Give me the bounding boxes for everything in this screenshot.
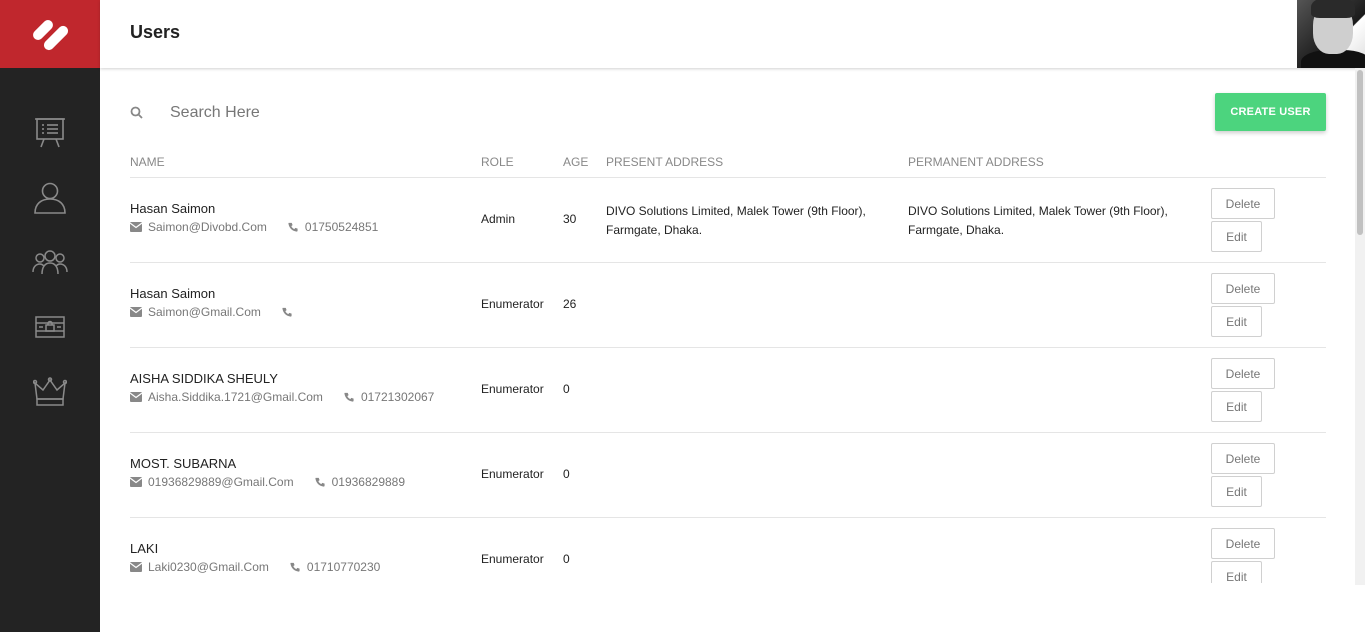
column-header-age: AGE: [563, 155, 589, 169]
envelope-icon: [130, 562, 142, 572]
phone-icon: [344, 392, 354, 402]
user-contact: Aisha.Siddika.1721@Gmail.Com 01721302067: [130, 390, 434, 404]
create-user-button[interactable]: CREATE USER: [1215, 93, 1326, 131]
sidebar-item-admin[interactable]: [0, 372, 100, 412]
envelope-icon: [130, 307, 142, 317]
user-age: 0: [563, 552, 570, 566]
column-header-permanent-address: PERMANENT ADDRESS: [908, 155, 1044, 169]
sidebar-item-payments[interactable]: [0, 307, 100, 347]
user-present-address: DIVO Solutions Limited, Malek Tower (9th…: [606, 204, 866, 237]
app-logo[interactable]: [0, 0, 100, 68]
phone-icon: [288, 222, 298, 232]
user-contact: Saimon@Gmail.Com: [130, 305, 299, 319]
logo-mark-icon: [33, 20, 69, 51]
user-phone: 01750524851: [304, 220, 379, 234]
delete-button[interactable]: Delete: [1211, 443, 1275, 474]
user-age: 26: [563, 297, 577, 311]
table-row: LAKI Laki0230@Gmail.Com 01710770230 Enum…: [130, 518, 1326, 583]
envelope-icon: [130, 222, 142, 232]
sidebar-item-profile[interactable]: [0, 177, 100, 217]
delete-button[interactable]: Delete: [1211, 188, 1275, 219]
user-age: 30: [563, 212, 577, 226]
page-scrollbar-thumb[interactable]: [1357, 70, 1363, 235]
user-email: Aisha.Siddika.1721@Gmail.Com: [148, 390, 323, 404]
column-header-role: ROLE: [481, 155, 514, 169]
user-email: 01936829889@Gmail.Com: [148, 475, 294, 489]
user-email: Saimon@Gmail.Com: [148, 305, 261, 319]
user-name: Hasan Saimon: [130, 201, 216, 216]
search-icon: [130, 106, 143, 119]
user-role: Enumerator: [481, 382, 544, 396]
user-contact: Saimon@Divobd.Com 01750524851: [130, 220, 378, 234]
table-row: AISHA SIDDIKA SHEULY Aisha.Siddika.1721@…: [130, 348, 1326, 433]
column-header-present-address: PRESENT ADDRESS: [606, 155, 724, 169]
user-phone: 01710770230: [306, 560, 381, 574]
user-contact: 01936829889@Gmail.Com 01936829889: [130, 475, 405, 489]
edit-button[interactable]: Edit: [1211, 306, 1262, 337]
user-icon: [34, 182, 66, 214]
user-role: Admin: [481, 212, 516, 226]
edit-button[interactable]: Edit: [1211, 391, 1262, 422]
user-name: LAKI: [130, 541, 159, 556]
top-bar: Users: [100, 0, 1365, 68]
user-email: Laki0230@Gmail.Com: [148, 560, 269, 574]
user-email: Saimon@Divobd.Com: [148, 220, 267, 234]
cash-register-icon: [35, 316, 65, 338]
table-row: Hasan Saimon Saimon@Gmail.Com Enumerator…: [130, 263, 1326, 348]
presentation-board-icon: [35, 118, 65, 148]
user-phone: 01936829889: [331, 475, 406, 489]
user-name: MOST. SUBARNA: [130, 456, 237, 471]
delete-button[interactable]: Delete: [1211, 358, 1275, 389]
phone-icon: [282, 307, 292, 317]
edit-button[interactable]: Edit: [1211, 221, 1262, 252]
envelope-icon: [130, 392, 142, 402]
column-header-name: NAME: [130, 155, 165, 169]
user-role: Enumerator: [481, 297, 544, 311]
users-table-body: Hasan Saimon Saimon@Divobd.Com 017505248…: [130, 178, 1326, 583]
user-role: Enumerator: [481, 552, 544, 566]
user-avatar[interactable]: [1297, 0, 1365, 68]
edit-button[interactable]: Edit: [1211, 561, 1262, 583]
user-name: Hasan Saimon: [130, 286, 216, 301]
edit-button[interactable]: Edit: [1211, 476, 1262, 507]
page-title: Users: [130, 22, 181, 42]
user-name: AISHA SIDDIKA SHEULY: [130, 371, 278, 386]
user-age: 0: [563, 467, 570, 481]
search-input[interactable]: [170, 100, 570, 126]
user-age: 0: [563, 382, 570, 396]
envelope-icon: [130, 477, 142, 487]
phone-icon: [290, 562, 300, 572]
users-group-icon: [32, 250, 68, 275]
table-row: MOST. SUBARNA 01936829889@Gmail.Com 0193…: [130, 433, 1326, 518]
phone-icon: [315, 477, 325, 487]
sidebar-item-users[interactable]: [0, 242, 100, 282]
user-contact: Laki0230@Gmail.Com 01710770230: [130, 560, 380, 574]
delete-button[interactable]: Delete: [1211, 528, 1275, 559]
sidebar: [0, 0, 100, 632]
sidebar-item-dashboard[interactable]: [0, 112, 100, 152]
table-row: Hasan Saimon Saimon@Divobd.Com 017505248…: [130, 178, 1326, 263]
user-permanent-address: DIVO Solutions Limited, Malek Tower (9th…: [908, 204, 1168, 237]
delete-button[interactable]: Delete: [1211, 273, 1275, 304]
user-role: Enumerator: [481, 467, 544, 481]
main-content: CREATE USER NAME ROLE AGE PRESENT ADDRES…: [100, 68, 1365, 632]
user-phone: 01721302067: [360, 390, 435, 404]
crown-icon: [33, 377, 67, 406]
table-header: NAME ROLE AGE PRESENT ADDRESS PERMANENT …: [130, 153, 1326, 178]
